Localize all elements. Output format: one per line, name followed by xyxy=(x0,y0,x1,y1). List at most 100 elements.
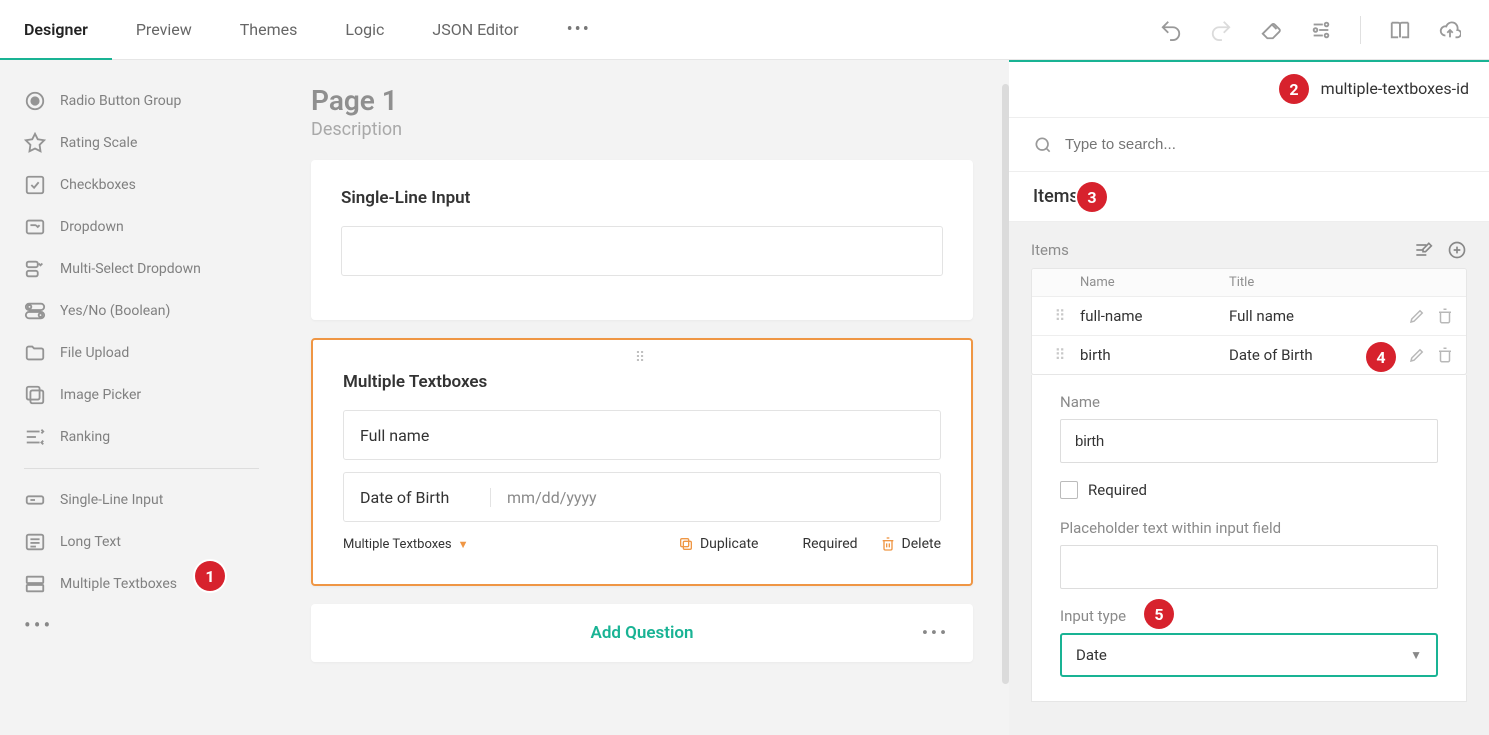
book-icon[interactable] xyxy=(1389,19,1411,41)
action-label: Duplicate xyxy=(700,536,759,552)
page-description[interactable]: Description xyxy=(311,119,973,140)
question-multiple-textboxes[interactable]: ⠿ Multiple Textboxes Full name Date of B… xyxy=(311,338,973,586)
question-title[interactable]: Multiple Textboxes xyxy=(343,372,941,392)
annotation-badge-2: 2 xyxy=(1279,74,1309,104)
row-label: Full name xyxy=(360,426,490,445)
toolbox-radio[interactable]: Radio Button Group xyxy=(16,80,275,122)
redo-icon[interactable] xyxy=(1210,19,1232,41)
panel-section-header[interactable]: Items 3 xyxy=(1009,172,1489,222)
required-button[interactable]: Required xyxy=(780,536,857,552)
drag-handle-icon[interactable]: ⠿ xyxy=(343,350,941,372)
cell-title: Full name xyxy=(1229,307,1378,325)
toolbox-ranking[interactable]: Ranking xyxy=(16,416,275,458)
toolbox-label: Long Text xyxy=(60,534,121,550)
add-item-icon[interactable] xyxy=(1447,240,1467,260)
page-title[interactable]: Page 1 xyxy=(311,84,973,117)
annotation-badge-5: 5 xyxy=(1144,599,1174,629)
toolbox-more[interactable]: ••• xyxy=(16,605,275,645)
add-question-button[interactable]: Add Question ••• xyxy=(311,604,973,662)
toolbar-divider xyxy=(1360,16,1361,44)
tab-preview[interactable]: Preview xyxy=(112,0,216,59)
toolbox-imagepicker[interactable]: Image Picker xyxy=(16,374,275,416)
toolbox-label: Multiple Textboxes xyxy=(60,576,177,592)
canvas-scrollbar[interactable] xyxy=(1002,84,1009,684)
toolbox-file[interactable]: File Upload xyxy=(16,332,275,374)
toolbox-label: Rating Scale xyxy=(60,135,137,151)
toolbox-single-line[interactable]: Single-Line Input xyxy=(16,479,275,521)
detail-name-label: Name xyxy=(1060,393,1438,411)
detail-ph-input[interactable] xyxy=(1060,545,1438,589)
tabs-more[interactable]: ••• xyxy=(543,0,615,59)
items-row[interactable]: ⠿ birth Date of Birth 4 xyxy=(1032,336,1466,374)
delete-icon[interactable] xyxy=(1436,346,1454,364)
checkbox-icon[interactable] xyxy=(1060,481,1078,499)
section-title: Items xyxy=(1033,186,1079,207)
undo-icon[interactable] xyxy=(1160,19,1182,41)
search-input[interactable] xyxy=(1065,136,1465,153)
action-label: Required xyxy=(802,536,857,552)
delete-button[interactable]: Delete xyxy=(880,536,941,552)
property-panel: 2 multiple-textboxes-id Items 3 Items xyxy=(1009,60,1489,735)
items-block: Items Name Title ⠿ full-nam xyxy=(1031,240,1467,702)
toolbox-label: Radio Button Group xyxy=(60,93,181,109)
toolbox-label: Dropdown xyxy=(60,219,124,235)
toolbox-label: Ranking xyxy=(60,429,110,445)
toolbox-multiple-textboxes[interactable]: Multiple Textboxes 1 xyxy=(16,563,275,605)
eraser-icon[interactable] xyxy=(1260,19,1282,41)
add-question-more[interactable]: ••• xyxy=(922,623,949,643)
detail-ph-label: Placeholder text within input field xyxy=(1060,519,1438,537)
action-label: Delete xyxy=(902,536,941,552)
toolbox-rating[interactable]: Rating Scale xyxy=(16,122,275,164)
toolbox: Radio Button Group Rating Scale Checkbox… xyxy=(0,60,275,735)
toolbox-checkboxes[interactable]: Checkboxes xyxy=(16,164,275,206)
edit-icon[interactable] xyxy=(1408,307,1426,325)
drag-grip-icon[interactable]: ⠿ xyxy=(1040,346,1080,364)
row-fullname[interactable]: Full name xyxy=(343,410,941,460)
edit-icon[interactable] xyxy=(1408,346,1426,364)
settings-icon[interactable] xyxy=(1310,19,1332,41)
single-line-input[interactable] xyxy=(341,226,943,276)
panel-search[interactable] xyxy=(1009,118,1489,172)
tab-themes[interactable]: Themes xyxy=(216,0,322,59)
annotation-badge-3: 3 xyxy=(1077,182,1107,212)
item-detail: Name Required Placeholder text within in… xyxy=(1031,375,1467,702)
toolbox-multiselect[interactable]: Multi-Select Dropdown xyxy=(16,248,275,290)
detail-type-label: Input type xyxy=(1060,607,1438,625)
toolbox-label: Checkboxes xyxy=(60,177,136,193)
toolbox-label: Multi-Select Dropdown xyxy=(60,261,201,277)
question-single-line[interactable]: Single-Line Input xyxy=(311,160,973,320)
detail-required[interactable]: Required xyxy=(1060,481,1438,499)
detail-required-label: Required xyxy=(1088,481,1147,499)
toolbox-dropdown[interactable]: Dropdown xyxy=(16,206,275,248)
cloud-upload-icon[interactable] xyxy=(1439,19,1461,41)
items-table: Name Title ⠿ full-name Full name xyxy=(1031,268,1467,375)
question-type-selector[interactable]: Multiple Textboxes ▼ xyxy=(343,537,469,552)
tab-designer[interactable]: Designer xyxy=(0,0,112,59)
delete-icon[interactable] xyxy=(1436,307,1454,325)
panel-body: Items Name Title ⠿ full-nam xyxy=(1009,222,1489,735)
items-row[interactable]: ⠿ full-name Full name xyxy=(1032,297,1466,336)
batch-edit-icon[interactable] xyxy=(1413,240,1433,260)
detail-type-select[interactable]: Date ▼ xyxy=(1060,633,1438,677)
add-question-label: Add Question xyxy=(590,623,693,643)
row-label: Date of Birth xyxy=(360,488,490,507)
design-canvas: Page 1 Description Single-Line Input ⠿ M… xyxy=(275,60,1009,735)
question-title[interactable]: Single-Line Input xyxy=(341,188,943,208)
element-path[interactable]: 2 multiple-textboxes-id xyxy=(1009,60,1489,118)
drag-grip-icon[interactable]: ⠿ xyxy=(1040,307,1080,325)
toolbox-long-text[interactable]: Long Text xyxy=(16,521,275,563)
duplicate-button[interactable]: Duplicate xyxy=(678,536,759,552)
top-bar: Designer Preview Themes Logic JSON Edito… xyxy=(0,0,1489,60)
toolbox-boolean[interactable]: Yes/No (Boolean) xyxy=(16,290,275,332)
cell-title: Date of Birth xyxy=(1229,346,1378,364)
toolbox-separator xyxy=(24,468,259,469)
toolbox-label: Single-Line Input xyxy=(60,492,163,508)
items-heading: Items xyxy=(1031,240,1467,260)
tab-json[interactable]: JSON Editor xyxy=(408,0,542,59)
col-title: Title xyxy=(1229,275,1378,290)
main-tabs: Designer Preview Themes Logic JSON Edito… xyxy=(0,0,615,59)
detail-name-input[interactable] xyxy=(1060,419,1438,463)
row-birth[interactable]: Date of Birth mm/dd/yyyy xyxy=(343,472,941,522)
tab-logic[interactable]: Logic xyxy=(321,0,408,59)
cell-name: full-name xyxy=(1080,307,1229,325)
